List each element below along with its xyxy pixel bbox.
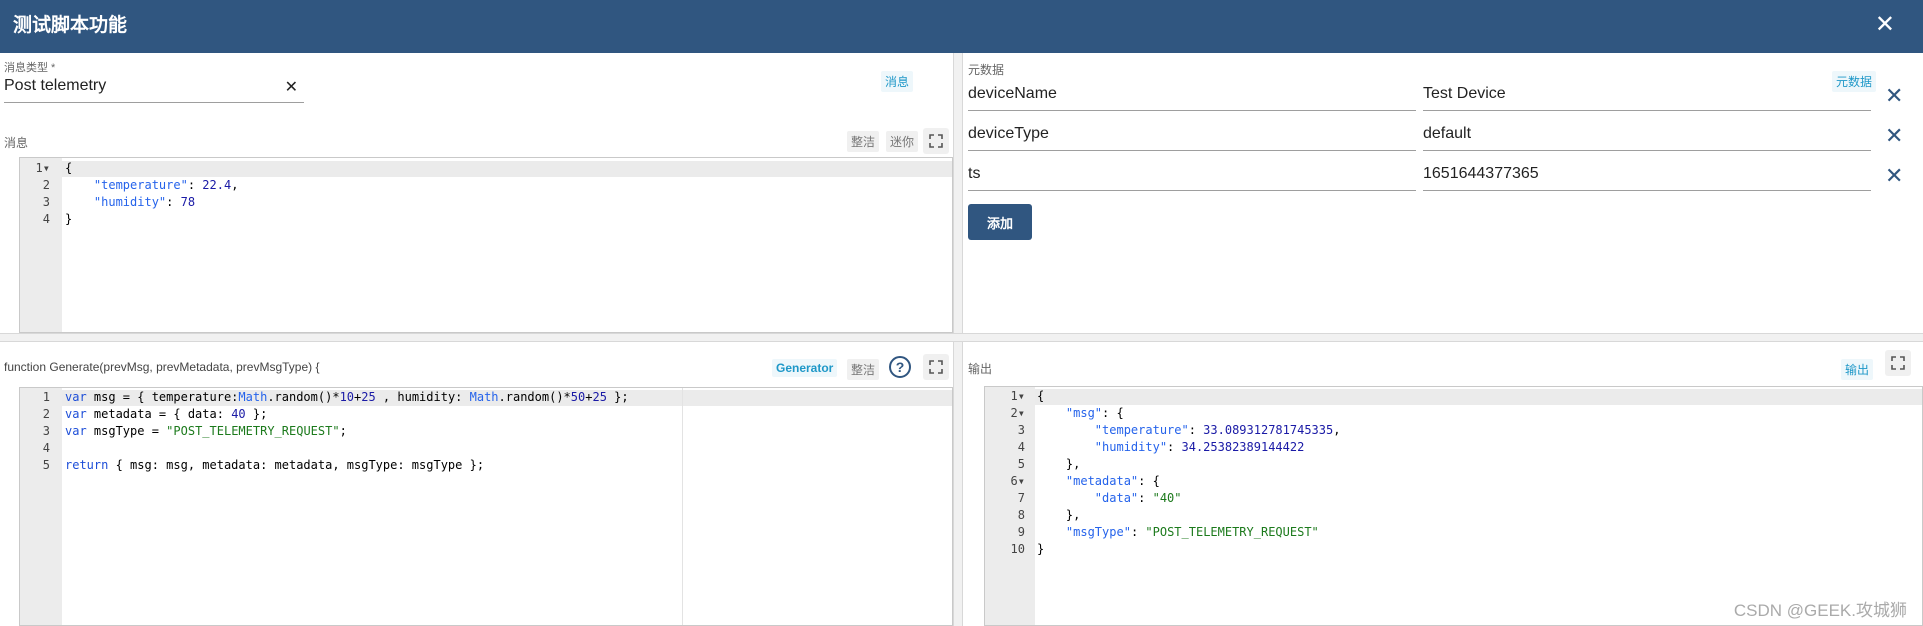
code-line: } [65, 212, 73, 226]
code-line: } [1037, 542, 1045, 556]
message-panel: 消息类型 * Post telemetry ✕ 消息 消息 整洁 迷你 1▾ 2… [0, 53, 953, 333]
code-line: "humidity": 78 [93, 195, 196, 209]
code-line: "temperature": 22.4, [93, 178, 239, 192]
code-line: "temperature": 33.089312781745335, [1094, 423, 1341, 437]
function-panel: function Generate(prevMsg, prevMetadata,… [0, 342, 953, 626]
help-icon[interactable]: ? [889, 356, 911, 378]
msg-type-select[interactable]: Post telemetry ✕ [4, 77, 304, 103]
output-label: 输出 [968, 362, 993, 376]
code-line: return { msg: msg, metadata: metadata, m… [65, 458, 485, 472]
dialog-title: 测试脚本功能 [13, 15, 128, 36]
msg-type-label: 消息类型 * [4, 62, 56, 74]
tidy-button[interactable]: 整洁 [847, 131, 880, 152]
dialog-header: 测试脚本功能 ✕ [0, 0, 1923, 53]
generator-tag[interactable]: Generator [772, 359, 838, 377]
code-line: var msgType = "POST_TELEMETRY_REQUEST"; [65, 424, 347, 438]
remove-row-icon[interactable]: ✕ [1885, 163, 1903, 189]
fullscreen-icon[interactable] [923, 128, 949, 154]
metadata-label: 元数据 [968, 63, 1005, 77]
metadata-value-field[interactable]: 1651644377365 [1423, 165, 1871, 191]
metadata-key-field[interactable]: deviceName [968, 85, 1416, 111]
function-signature: function Generate(prevMsg, prevMetadata,… [4, 360, 320, 374]
msg-type-value: Post telemetry [4, 77, 107, 94]
metadata-value-field[interactable]: Test Device [1423, 85, 1871, 111]
metadata-value-field[interactable]: default [1423, 125, 1871, 151]
code-line: { [1037, 389, 1045, 403]
code-line: }, [1037, 457, 1081, 471]
function-editor[interactable]: 1 2 3 4 5 var msg = { temperature:Math.r… [19, 387, 953, 626]
metadata-panel: 元数据 元数据 deviceName Test Device ✕ deviceT… [963, 53, 1923, 333]
fullscreen-icon[interactable] [923, 354, 949, 380]
message-label: 消息 [4, 136, 29, 150]
horizontal-splitter[interactable] [0, 333, 1923, 342]
remove-row-icon[interactable]: ✕ [1885, 123, 1903, 149]
code-line: "metadata": { [1065, 474, 1160, 488]
output-editor: 1▾ 2▾ 3 4 5 6▾ 7 8 9 10 { "msg": { "temp… [984, 386, 1923, 626]
clear-icon[interactable]: ✕ [285, 77, 298, 97]
message-tag[interactable]: 消息 [881, 71, 914, 92]
code-line: }, [1037, 508, 1081, 522]
code-line: "msgType": "POST_TELEMETRY_REQUEST" [1065, 525, 1319, 539]
code-line: { [65, 161, 73, 175]
fullscreen-icon[interactable] [1885, 350, 1911, 376]
tidy-button[interactable]: 整洁 [847, 359, 880, 380]
close-icon[interactable]: ✕ [1875, 10, 1895, 39]
code-line: var msg = { temperature:Math.random()*10… [65, 390, 629, 404]
code-line: "msg": { [1065, 406, 1124, 420]
metadata-key-field[interactable]: ts [968, 165, 1416, 191]
code-line: "data": "40" [1094, 491, 1182, 505]
message-editor[interactable]: 1▾ 2 3 4 { "temperature": 22.4, "humidit… [19, 157, 953, 333]
metadata-key-field[interactable]: deviceType [968, 125, 1416, 151]
remove-row-icon[interactable]: ✕ [1885, 83, 1903, 109]
output-panel: 输出 输出 1▾ 2▾ 3 4 5 6▾ 7 8 9 10 { "msg": {… [963, 342, 1923, 626]
watermark: CSDN @GEEK.攻城狮 [1733, 601, 1907, 620]
code-line: "humidity": 34.25382389144422 [1094, 440, 1305, 454]
output-tag[interactable]: 输出 [1841, 359, 1874, 380]
add-button[interactable]: 添加 [968, 204, 1032, 240]
code-line: var metadata = { data: 40 }; [65, 407, 268, 421]
mini-button[interactable]: 迷你 [886, 131, 919, 152]
